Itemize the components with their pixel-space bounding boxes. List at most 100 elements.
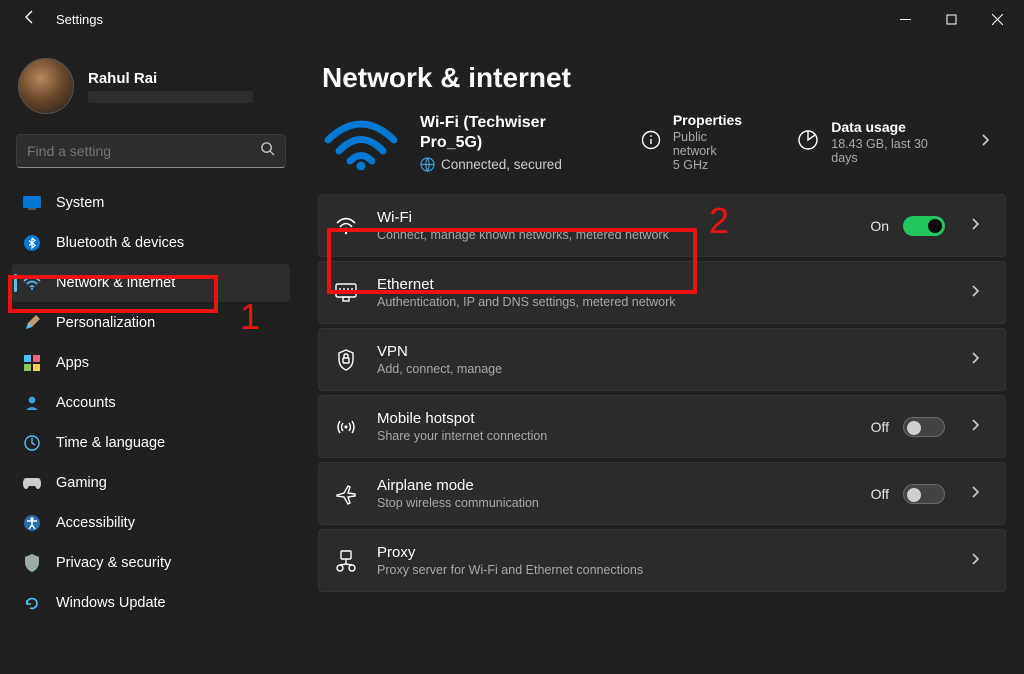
- properties-title: Properties: [673, 112, 747, 128]
- search-input[interactable]: [27, 143, 260, 159]
- card-vpn[interactable]: VPN Add, connect, manage: [318, 328, 1006, 391]
- card-desc: Add, connect, manage: [377, 362, 502, 376]
- page-title: Network & internet: [322, 62, 1006, 94]
- search-box[interactable]: [16, 134, 286, 168]
- accessibility-icon: [22, 513, 42, 533]
- wifi-toggle[interactable]: [903, 216, 945, 236]
- titlebar: Settings: [0, 0, 1024, 38]
- data-usage-link[interactable]: Data usage 18.43 GB, last 30 days: [797, 119, 948, 165]
- chevron-right-icon[interactable]: [968, 133, 1002, 152]
- toggle-state-label: On: [870, 218, 889, 234]
- gamepad-icon: [22, 473, 42, 493]
- bluetooth-icon: [22, 233, 42, 253]
- accounts-icon: [22, 393, 42, 413]
- chevron-right-icon: [959, 217, 991, 235]
- sidebar-item-label: Time & language: [56, 435, 165, 451]
- avatar: [18, 58, 74, 114]
- airplane-icon: [333, 481, 359, 507]
- card-airplane[interactable]: Airplane mode Stop wireless communicatio…: [318, 462, 1006, 525]
- network-state: Connected, secured: [441, 157, 562, 172]
- chevron-right-icon: [959, 418, 991, 436]
- shield-icon: [22, 553, 42, 573]
- card-hotspot[interactable]: Mobile hotspot Share your internet conne…: [318, 395, 1006, 458]
- wifi-icon: [22, 273, 42, 293]
- vpn-shield-icon: [333, 347, 359, 373]
- sidebar-item-time[interactable]: Time & language: [12, 424, 290, 462]
- sidebar-item-label: Personalization: [56, 315, 155, 331]
- sidebar-item-accounts[interactable]: Accounts: [12, 384, 290, 422]
- sidebar-item-label: Apps: [56, 355, 89, 371]
- nav-list: System Bluetooth & devices Network & int…: [12, 184, 290, 622]
- chevron-right-icon: [959, 284, 991, 302]
- sidebar-item-label: Gaming: [56, 475, 107, 491]
- properties-link[interactable]: Properties Public network 5 GHz: [641, 112, 747, 172]
- chevron-right-icon: [959, 485, 991, 503]
- card-desc: Share your internet connection: [377, 429, 547, 443]
- main-content: Network & internet Wi-Fi (Techwiser Pro_…: [300, 38, 1024, 674]
- data-usage-title: Data usage: [831, 119, 948, 135]
- card-label: VPN: [377, 343, 502, 360]
- toggle-state-label: Off: [871, 486, 889, 502]
- globe-icon: [420, 157, 435, 172]
- profile-name: Rahul Rai: [88, 70, 253, 87]
- data-usage-subtitle: 18.43 GB, last 30 days: [831, 137, 948, 165]
- card-label: Airplane mode: [377, 477, 539, 494]
- search-icon: [260, 141, 275, 161]
- sidebar-item-accessibility[interactable]: Accessibility: [12, 504, 290, 542]
- minimize-button[interactable]: [882, 3, 928, 35]
- wifi-signal-icon: [322, 114, 400, 170]
- ethernet-icon: [333, 280, 359, 306]
- sidebar: Rahul Rai System Bluetooth & devices Net…: [0, 38, 300, 674]
- sidebar-item-apps[interactable]: Apps: [12, 344, 290, 382]
- profile-section[interactable]: Rahul Rai: [12, 48, 290, 128]
- sidebar-item-privacy[interactable]: Privacy & security: [12, 544, 290, 582]
- sidebar-item-label: System: [56, 195, 104, 211]
- brush-icon: [22, 313, 42, 333]
- system-icon: [22, 193, 42, 213]
- sidebar-item-label: Network & internet: [56, 275, 175, 291]
- toggle-state-label: Off: [871, 419, 889, 435]
- update-icon: [22, 593, 42, 613]
- chevron-right-icon: [959, 552, 991, 570]
- clock-globe-icon: [22, 433, 42, 453]
- maximize-button[interactable]: [928, 3, 974, 35]
- network-name: Wi-Fi (Techwiser Pro_5G): [420, 113, 601, 153]
- sidebar-item-label: Windows Update: [56, 595, 166, 611]
- proxy-icon: [333, 548, 359, 574]
- card-desc: Authentication, IP and DNS settings, met…: [377, 295, 676, 309]
- close-button[interactable]: [974, 3, 1020, 35]
- network-status-row: Wi-Fi (Techwiser Pro_5G) Connected, secu…: [318, 112, 1006, 194]
- data-usage-icon: [797, 129, 819, 156]
- sidebar-item-update[interactable]: Windows Update: [12, 584, 290, 622]
- chevron-right-icon: [959, 351, 991, 369]
- card-wifi[interactable]: Wi-Fi Connect, manage known networks, me…: [318, 194, 1006, 257]
- sidebar-item-label: Privacy & security: [56, 555, 171, 571]
- apps-icon: [22, 353, 42, 373]
- hotspot-icon: [333, 414, 359, 440]
- card-proxy[interactable]: Proxy Proxy server for Wi-Fi and Etherne…: [318, 529, 1006, 592]
- back-button[interactable]: [14, 9, 46, 30]
- sidebar-item-label: Bluetooth & devices: [56, 235, 184, 251]
- properties-subtitle: Public network 5 GHz: [673, 130, 747, 172]
- sidebar-item-bluetooth[interactable]: Bluetooth & devices: [12, 224, 290, 262]
- wifi-icon: [333, 213, 359, 239]
- card-ethernet[interactable]: Ethernet Authentication, IP and DNS sett…: [318, 261, 1006, 324]
- card-label: Mobile hotspot: [377, 410, 547, 427]
- card-label: Proxy: [377, 544, 643, 561]
- card-desc: Connect, manage known networks, metered …: [377, 228, 669, 242]
- card-desc: Stop wireless communication: [377, 496, 539, 510]
- sidebar-item-label: Accounts: [56, 395, 116, 411]
- profile-email-redacted: [88, 91, 253, 103]
- airplane-toggle[interactable]: [903, 484, 945, 504]
- window-title: Settings: [56, 12, 103, 27]
- sidebar-item-personalization[interactable]: Personalization: [12, 304, 290, 342]
- card-label: Ethernet: [377, 276, 676, 293]
- hotspot-toggle[interactable]: [903, 417, 945, 437]
- sidebar-item-system[interactable]: System: [12, 184, 290, 222]
- sidebar-item-gaming[interactable]: Gaming: [12, 464, 290, 502]
- sidebar-item-label: Accessibility: [56, 515, 135, 531]
- sidebar-item-network[interactable]: Network & internet: [12, 264, 290, 302]
- info-icon: [641, 130, 661, 155]
- card-desc: Proxy server for Wi-Fi and Ethernet conn…: [377, 563, 643, 577]
- card-label: Wi-Fi: [377, 209, 669, 226]
